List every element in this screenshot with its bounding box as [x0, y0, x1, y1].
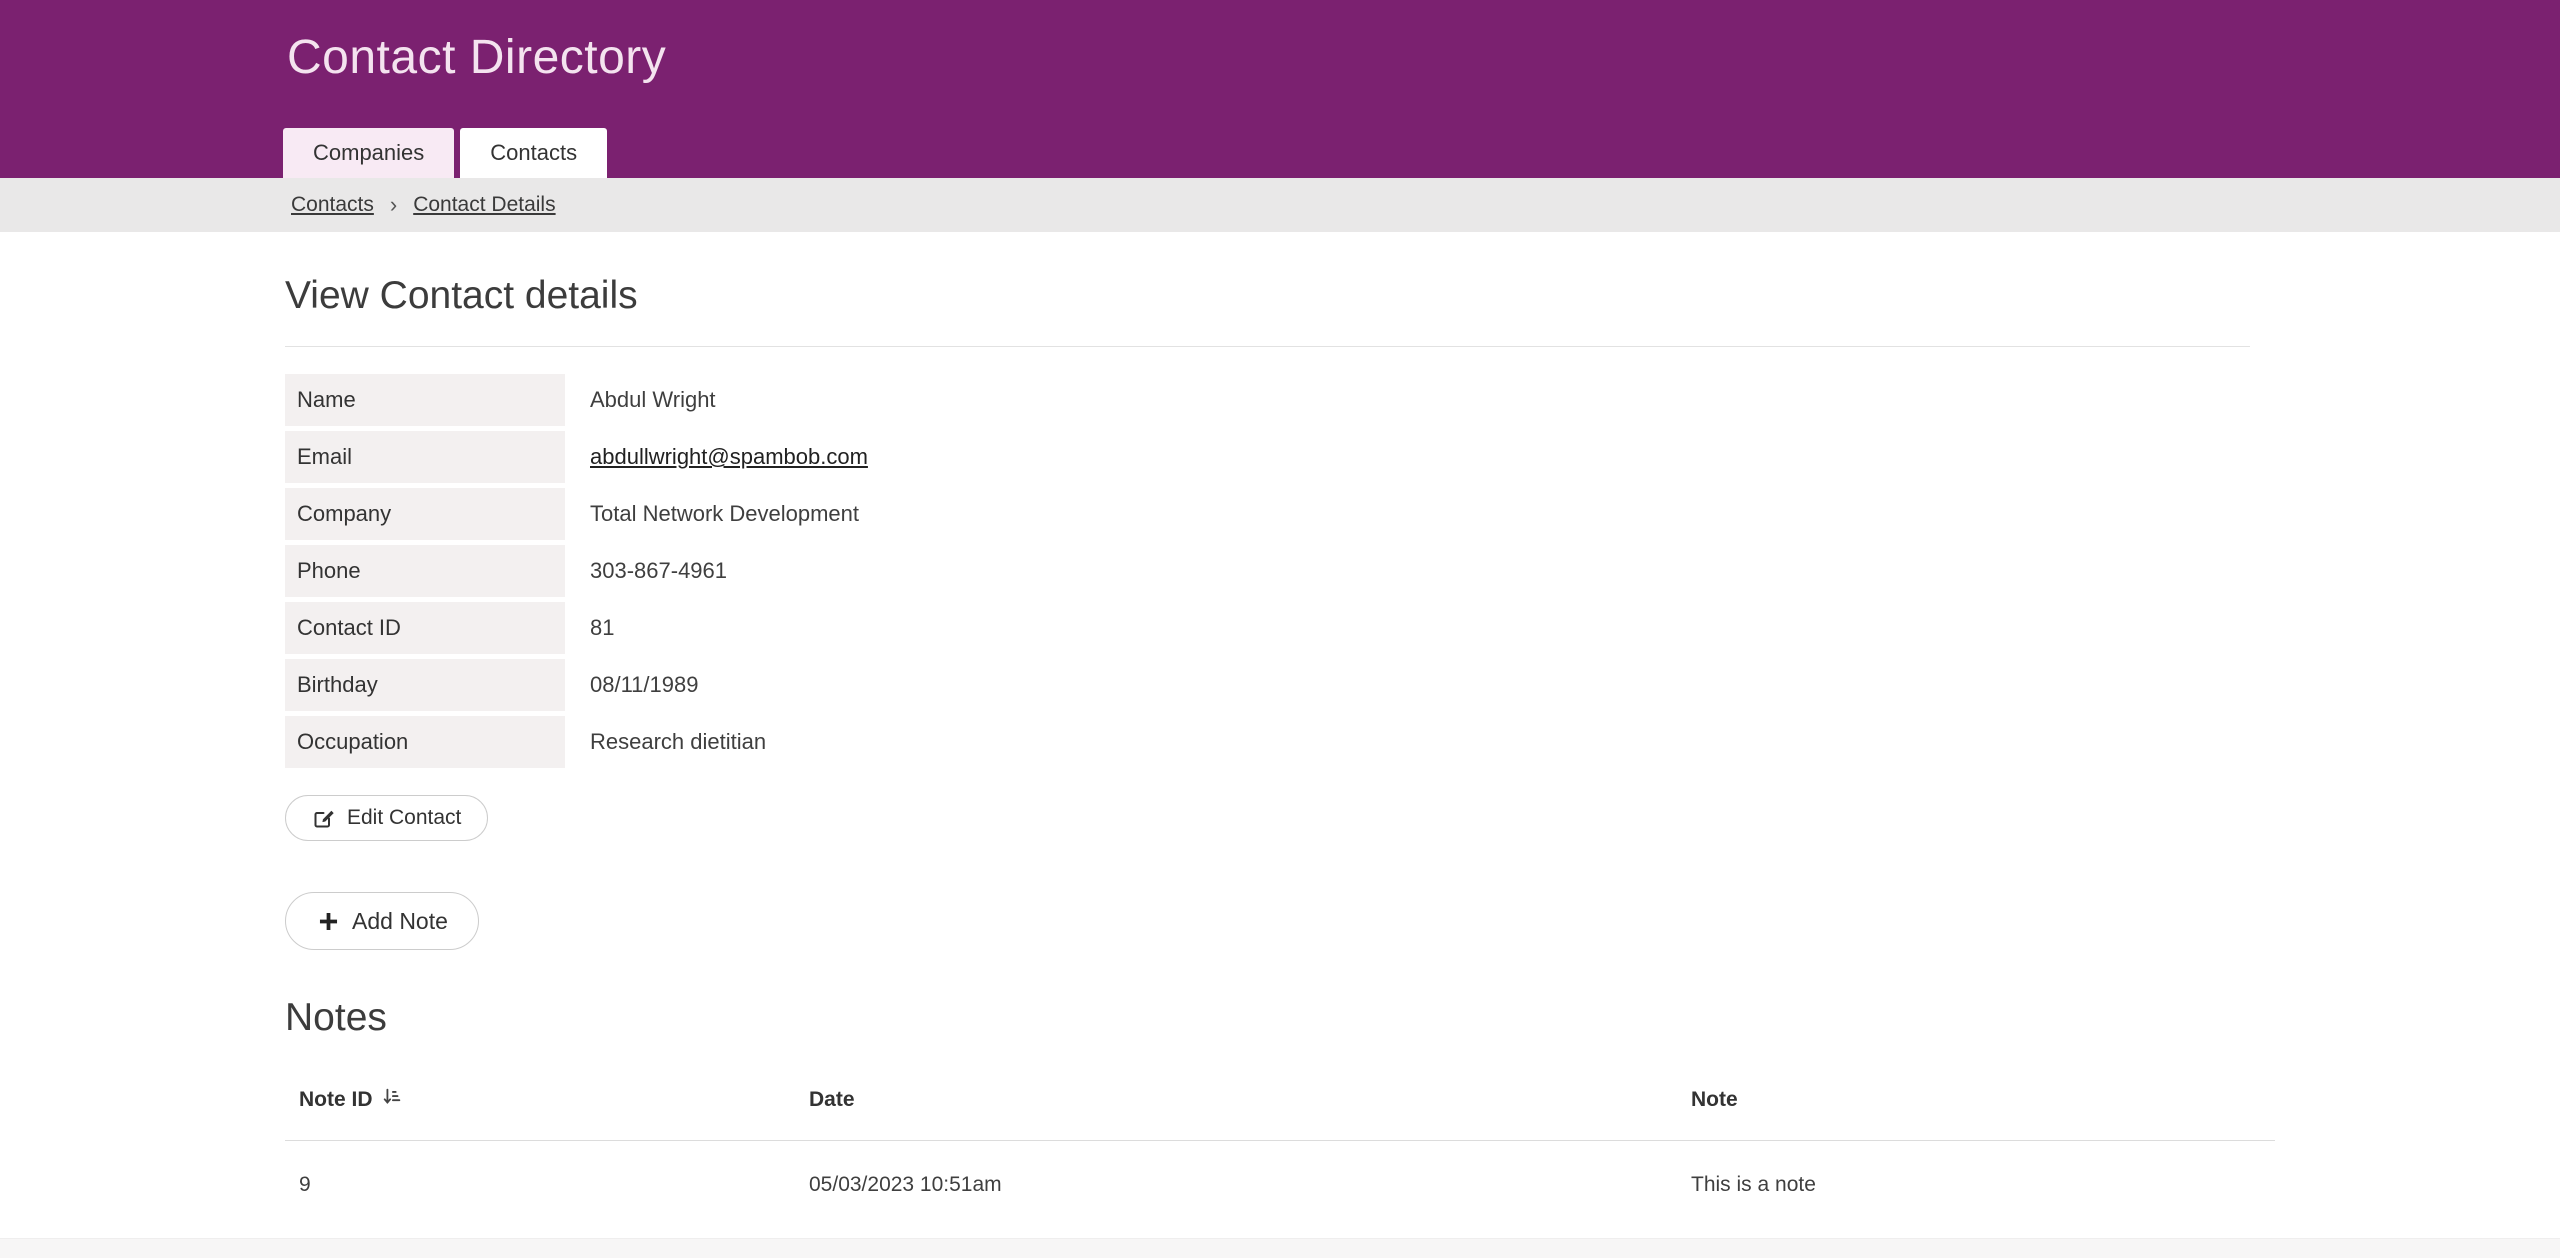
field-row-company: Company Total Network Development: [285, 488, 2560, 540]
plus-icon: [316, 909, 341, 934]
breadcrumb-link-contacts[interactable]: Contacts: [291, 193, 374, 217]
notes-table-header-row: Note ID Date Note: [285, 1072, 2275, 1141]
tab-companies[interactable]: Companies: [283, 128, 455, 178]
field-row-name: Name Abdul Wright: [285, 374, 2560, 426]
view-contact-heading: View Contact details: [285, 274, 638, 317]
field-row-birthday: Birthday 08/11/1989: [285, 659, 2560, 711]
field-value-occupation: Research dietitian: [590, 729, 767, 754]
footer-band: [0, 1238, 2560, 1258]
add-note-label: Add Note: [352, 907, 448, 934]
notes-table: Note ID Date Note 9 05/03/2023 10:51am T…: [285, 1072, 2275, 1211]
field-label-birthday: Birthday: [285, 659, 565, 711]
field-value-contact-id: 81: [590, 615, 615, 640]
breadcrumb-link-contact-details[interactable]: Contact Details: [413, 193, 555, 217]
field-label-occupation: Occupation: [285, 716, 565, 768]
column-header-date: Date: [809, 1088, 855, 1111]
field-row-email: Email abdullwright@spambob.com: [285, 431, 2560, 483]
contact-fields: Name Abdul Wright Email abdullwright@spa…: [285, 374, 2560, 768]
note-table-row: 9 05/03/2023 10:51am This is a note: [285, 1141, 2275, 1212]
column-header-note: Note: [1691, 1088, 1738, 1111]
main-content: View Contact details Name Abdul Wright E…: [0, 232, 2560, 1211]
field-label-email: Email: [285, 431, 565, 483]
field-value-name: Abdul Wright: [590, 387, 716, 412]
field-value-phone: 303-867-4961: [590, 558, 728, 583]
note-date-cell: 05/03/2023 10:51am: [809, 1173, 1002, 1196]
field-row-occupation: Occupation Research dietitian: [285, 716, 2560, 768]
field-row-contact-id: Contact ID 81: [285, 602, 2560, 654]
field-row-phone: Phone 303-867-4961: [285, 545, 2560, 597]
tab-contacts[interactable]: Contacts: [460, 128, 608, 178]
email-link[interactable]: abdullwright@spambob.com: [590, 444, 868, 470]
note-id-cell: 9: [299, 1173, 311, 1196]
heading-divider: [285, 346, 2250, 347]
edit-contact-label: Edit Contact: [347, 806, 462, 829]
edit-contact-button[interactable]: Edit Contact: [285, 795, 489, 841]
field-value-birthday: 08/11/1989: [590, 672, 699, 697]
column-header-note-id[interactable]: Note ID: [285, 1072, 795, 1141]
tab-bar: Companies Contacts: [283, 128, 608, 178]
page-title: Contact Directory: [287, 31, 667, 84]
field-label-name: Name: [285, 374, 565, 426]
breadcrumb-separator-icon: ›: [389, 192, 398, 217]
field-label-company: Company: [285, 488, 565, 540]
app-header: Contact Directory Companies Contacts: [0, 0, 2560, 178]
field-label-phone: Phone: [285, 545, 565, 597]
add-note-button[interactable]: Add Note: [285, 892, 479, 950]
sort-amount-down-icon: [381, 1086, 403, 1114]
edit-icon: [312, 806, 336, 830]
field-label-contact-id: Contact ID: [285, 602, 565, 654]
breadcrumb: Contacts › Contact Details: [0, 178, 2560, 232]
note-text-cell: This is a note: [1691, 1173, 1816, 1196]
notes-heading: Notes: [285, 996, 387, 1039]
field-value-company: Total Network Development: [590, 501, 860, 526]
